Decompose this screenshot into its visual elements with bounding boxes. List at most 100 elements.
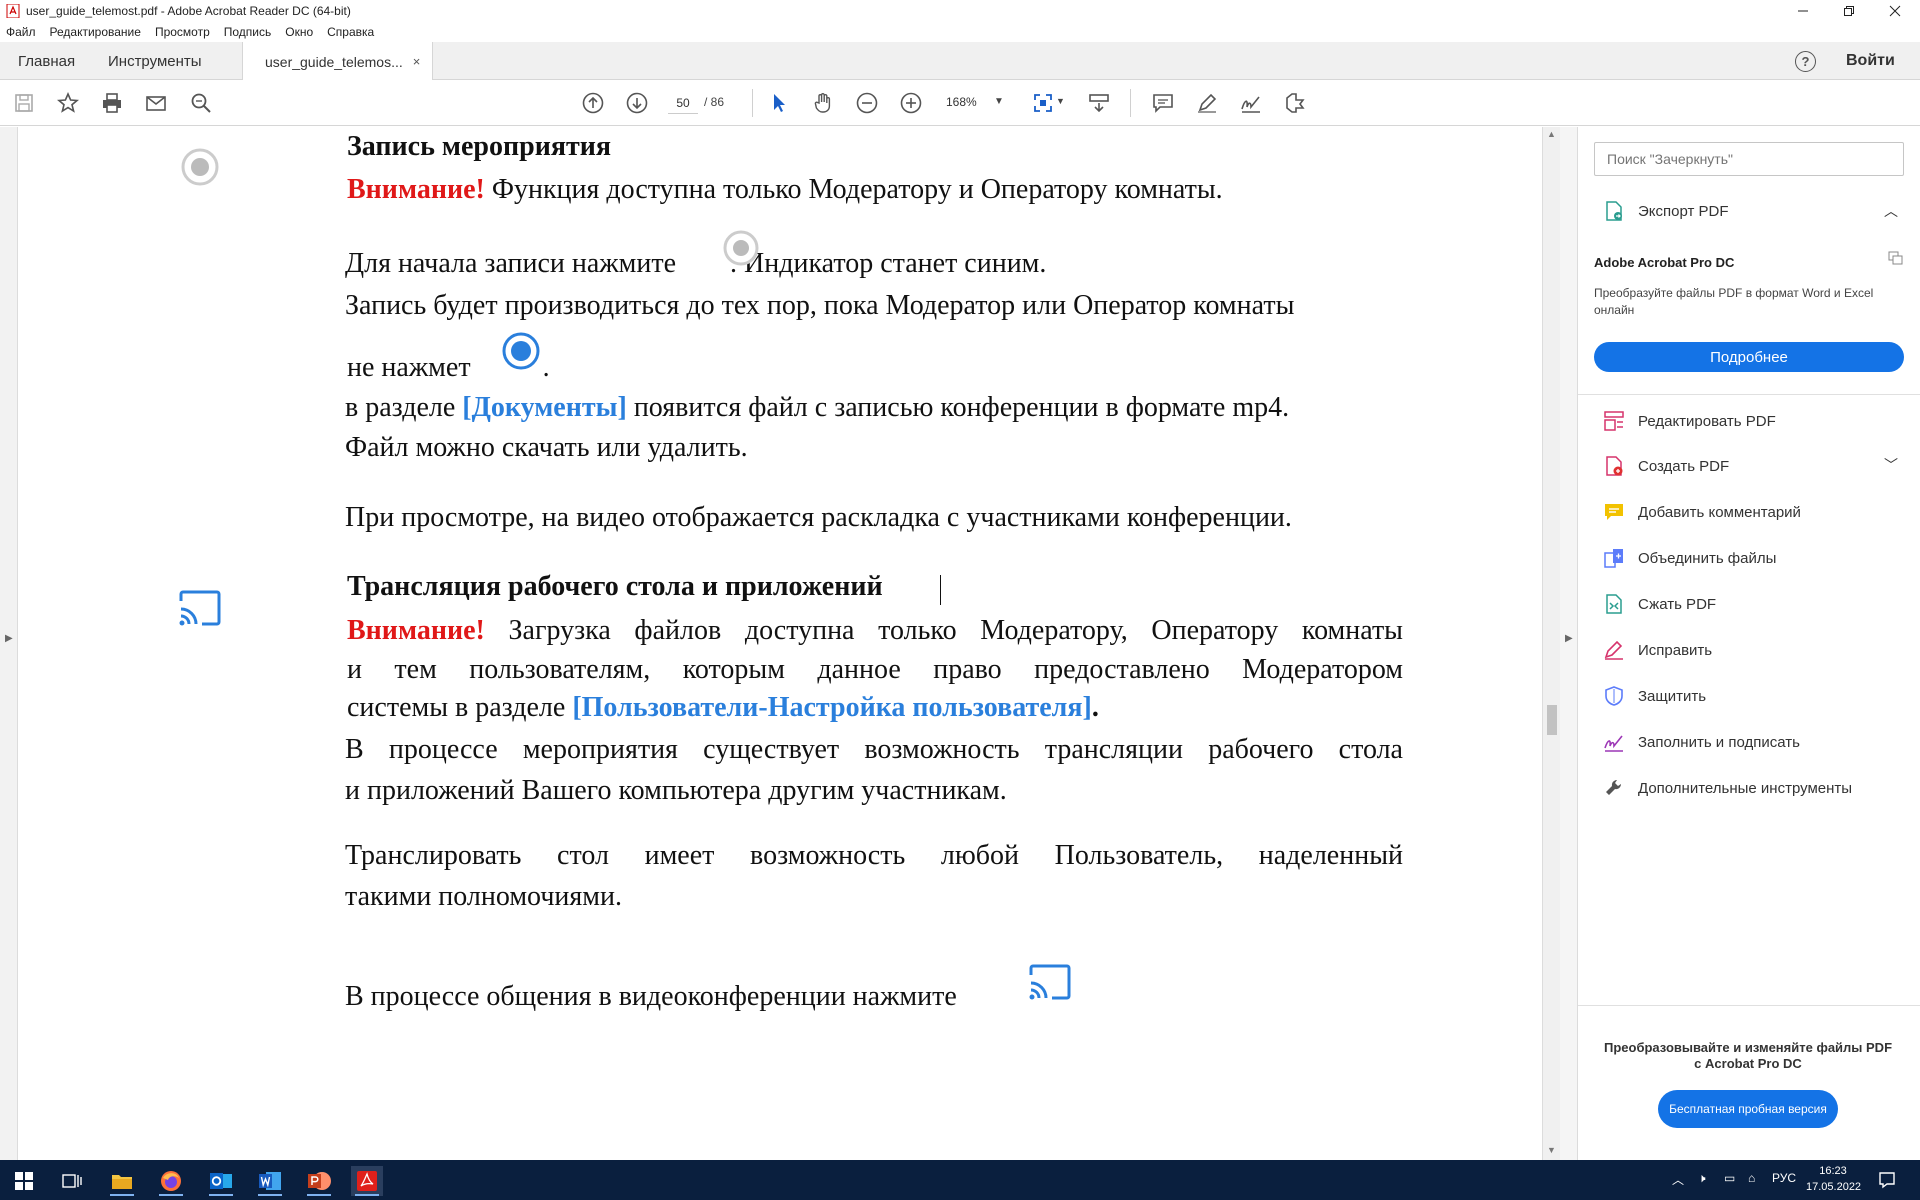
paragraph-any-user: Транслировать стол имеет возможность люб… <box>345 839 1403 913</box>
comment-button[interactable] <box>1150 90 1176 116</box>
copy-icon[interactable] <box>1888 251 1904 265</box>
arrow-up-circle-icon <box>582 92 604 114</box>
expand-left-icon: ▶ <box>5 633 13 644</box>
documents-link[interactable]: [Документы] <box>462 392 627 423</box>
task-view-button[interactable] <box>56 1166 88 1196</box>
task-view-icon <box>62 1174 82 1188</box>
paragraph-broadcast: В процессе мероприятия существует возмож… <box>345 733 1403 807</box>
zoom-in-button[interactable] <box>898 90 924 116</box>
zoom-out-button[interactable] <box>854 90 880 116</box>
save-button[interactable] <box>11 90 37 116</box>
compress-pdf-item[interactable]: Сжать PDF <box>1602 589 1716 619</box>
upsell-line-2: с Acrobat Pro DC <box>1694 1055 1802 1071</box>
users-settings-link[interactable]: [Пользователи-Настройка пользователя] <box>572 692 1092 723</box>
help-icon[interactable]: ? <box>1795 51 1816 72</box>
minimize-button[interactable] <box>1780 0 1826 22</box>
promo-title: Adobe Acrobat Pro DC <box>1594 255 1735 270</box>
network-icon[interactable]: ⌂ <box>1748 1171 1755 1185</box>
edit-pdf-item[interactable]: Редактировать PDF <box>1602 406 1776 436</box>
warning-line-1: Внимание! Функция доступна только Модера… <box>347 173 1223 207</box>
next-page-button[interactable] <box>624 90 650 116</box>
running-indicator <box>355 1194 379 1196</box>
paragraph-download: Файл можно скачать или удалить. <box>345 432 748 463</box>
page-number-input[interactable] <box>668 92 698 114</box>
scroll-up-icon[interactable]: ▲ <box>1547 129 1556 139</box>
add-comment-item[interactable]: Добавить комментарий <box>1602 497 1801 527</box>
left-panel-toggle[interactable]: ▶ <box>0 127 18 1160</box>
scroll-down-icon[interactable]: ▼ <box>1547 1145 1556 1155</box>
acrobat-taskbar-button[interactable] <box>351 1166 383 1196</box>
fill-sign-item[interactable]: Заполнить и подписать <box>1602 727 1800 757</box>
acrobat-taskbar-icon <box>357 1171 377 1191</box>
notifications-icon[interactable] <box>1878 1171 1896 1189</box>
email-button[interactable] <box>143 90 169 116</box>
hand-tool-button[interactable] <box>810 90 836 116</box>
expand-chevron-icon[interactable]: ﹀ <box>1884 455 1898 475</box>
keyboard-language[interactable]: РУС <box>1772 1171 1796 1185</box>
scroll-thumb[interactable] <box>1547 705 1557 735</box>
page-fit-button[interactable] <box>1030 90 1056 116</box>
collapse-chevron-icon[interactable]: ︿ <box>1884 201 1898 221</box>
protect-item[interactable]: Защитить <box>1602 681 1706 711</box>
record-gray-inline-icon <box>723 230 759 266</box>
powerpoint-button[interactable] <box>303 1166 335 1196</box>
export-pdf-icon <box>1602 199 1626 223</box>
page-fit-dropdown-icon[interactable]: ▼ <box>1056 96 1065 106</box>
outlook-button[interactable] <box>205 1166 237 1196</box>
text-span: . <box>1091 692 1099 724</box>
edit-pdf-icon <box>1602 409 1626 433</box>
scroll-mode-button[interactable] <box>1086 90 1112 116</box>
menu-window[interactable]: Окно <box>285 25 313 39</box>
panel-divider <box>1578 1005 1920 1006</box>
sign-button[interactable] <box>1238 90 1264 116</box>
word-button[interactable] <box>254 1166 286 1196</box>
file-explorer-button[interactable] <box>106 1166 138 1196</box>
right-panel-toggle[interactable]: ▶ <box>1560 127 1578 1160</box>
tools-search-input[interactable] <box>1594 142 1904 176</box>
tools-panel: Экспорт PDF ︿ Adobe Acrobat Pro DC Преоб… <box>1578 127 1920 1160</box>
share-button[interactable] <box>1282 90 1308 116</box>
export-pdf-item[interactable]: Экспорт PDF <box>1602 196 1729 226</box>
more-tools-item[interactable]: Дополнительные инструменты <box>1602 773 1852 803</box>
zoom-dropdown-icon[interactable]: ▼ <box>994 96 1004 107</box>
free-trial-button[interactable]: Бесплатная пробная версия <box>1658 1090 1838 1128</box>
menu-sign[interactable]: Подпись <box>224 25 272 39</box>
fix-item[interactable]: Исправить <box>1602 635 1712 665</box>
menu-edit[interactable]: Редактирование <box>50 25 141 39</box>
print-button[interactable] <box>99 90 125 116</box>
menu-view[interactable]: Просмотр <box>155 25 210 39</box>
combine-files-item[interactable]: Объединить файлы <box>1602 543 1776 573</box>
fix-pen-icon <box>1602 638 1626 662</box>
menu-help[interactable]: Справка <box>327 25 374 39</box>
tab-tools[interactable]: Инструменты <box>108 42 202 80</box>
volume-icon[interactable]: 🕨 <box>1698 1171 1706 1186</box>
tab-document[interactable]: user_guide_telemos... × <box>242 42 434 81</box>
highlight-button[interactable] <box>1194 90 1220 116</box>
tab-home[interactable]: Главная <box>18 42 75 80</box>
paragraph-press-cast: В процессе общения в видеоконференции на… <box>345 981 957 1012</box>
record-blue-icon <box>502 332 540 370</box>
vertical-scrollbar[interactable]: ▲ ▼ <box>1542 127 1560 1160</box>
restore-button[interactable] <box>1826 0 1872 22</box>
close-window-button[interactable] <box>1872 0 1918 22</box>
menu-file[interactable]: Файл <box>6 25 36 39</box>
create-pdf-item[interactable]: Создать PDF <box>1602 451 1729 481</box>
learn-more-button[interactable]: Подробнее <box>1594 342 1904 372</box>
page-fit-icon <box>1034 94 1052 112</box>
select-tool-button[interactable] <box>766 90 792 116</box>
clock[interactable]: 16:23 17.05.2022 <box>1806 1163 1862 1195</box>
print-icon <box>103 93 121 113</box>
zoom-level[interactable]: 168% <box>946 95 977 109</box>
tray-overflow-icon[interactable]: ︿ <box>1672 1171 1684 1188</box>
tab-close-icon[interactable]: × <box>413 54 421 69</box>
prev-page-button[interactable] <box>580 90 606 116</box>
battery-icon[interactable]: ▭ <box>1724 1171 1735 1185</box>
word-icon <box>259 1172 281 1190</box>
bookmark-button[interactable] <box>55 90 81 116</box>
warning2-line-1: Внимание! Загрузка файлов доступна тольк… <box>347 614 1403 648</box>
start-button[interactable] <box>8 1166 40 1196</box>
clock-date: 17.05.2022 <box>1806 1181 1862 1193</box>
firefox-button[interactable] <box>155 1166 187 1196</box>
signin-button[interactable]: Войти <box>1846 52 1895 70</box>
search-button[interactable] <box>188 90 214 116</box>
